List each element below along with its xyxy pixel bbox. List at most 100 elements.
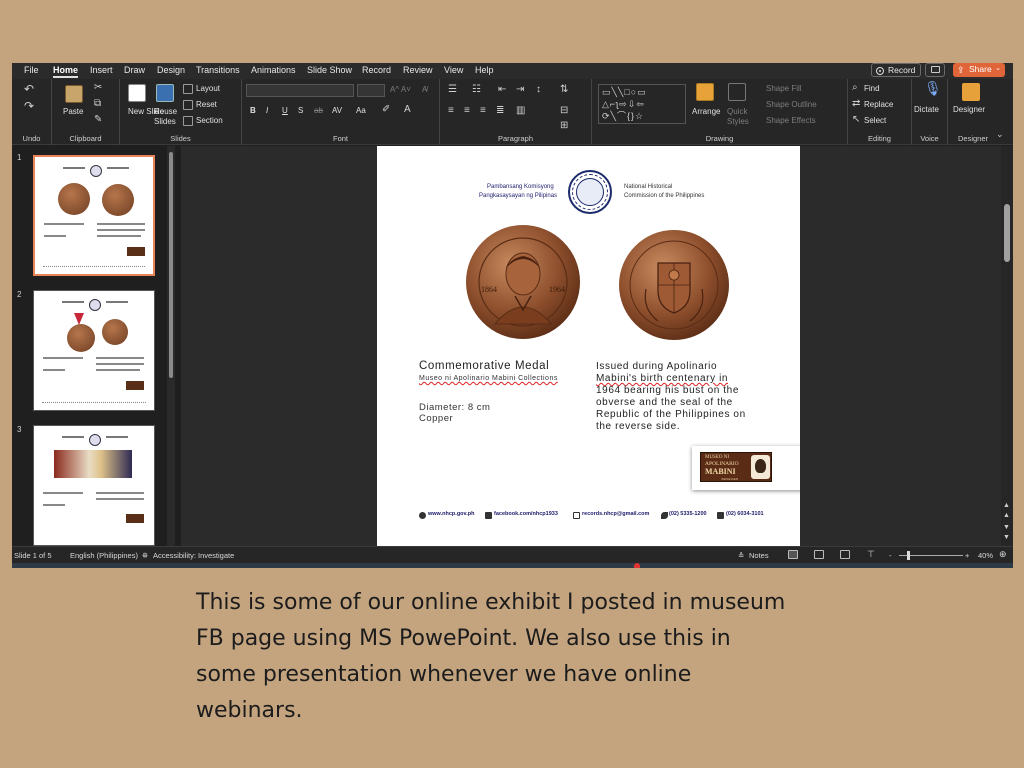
accessibility-status[interactable]: Accessibility: Investigate: [153, 551, 234, 560]
replace-button[interactable]: Replace: [864, 100, 893, 109]
share-button[interactable]: ⇪ Share ⌄: [953, 63, 1005, 77]
slide-sorter-icon[interactable]: [814, 550, 824, 559]
canvas-scrollbar-thumb[interactable]: [1004, 204, 1010, 262]
align-text-icon[interactable]: ⊟: [560, 106, 568, 116]
font-color-icon[interactable]: A: [404, 105, 411, 115]
shape-effects-button[interactable]: Shape Effects: [766, 116, 816, 125]
font-name-combo[interactable]: [246, 84, 354, 97]
dictate-button[interactable]: Dictate: [914, 105, 939, 114]
museum-logo-card[interactable]: MUSEO NI APOLINARIO MABINI TANAUAN: [692, 446, 800, 490]
reuse-slides-button[interactable]: Reuse: [154, 107, 177, 116]
shapes-gallery[interactable]: ▭╲╲□○▭ △⌐ʅ⇨⇩⇦ ⟳╲⌒{}☆: [598, 84, 686, 124]
bold-button[interactable]: B: [250, 106, 256, 115]
section-button[interactable]: Section: [196, 116, 223, 125]
previous-slide-icon[interactable]: ▲: [1003, 512, 1010, 519]
align-right-icon[interactable]: ≡: [480, 106, 486, 116]
notes-button[interactable]: Notes: [749, 551, 769, 560]
menu-home[interactable]: Home: [53, 65, 79, 78]
shape-outline-button[interactable]: Shape Outline: [766, 100, 817, 109]
canvas-scrollbar[interactable]: ▲ ▲ ▼ ▼: [1001, 146, 1013, 546]
slide-show-icon[interactable]: ⊤: [867, 549, 875, 560]
align-center-icon[interactable]: ≡: [464, 106, 470, 116]
thumb-medal: [67, 324, 95, 352]
indent-increase-icon[interactable]: ⇥: [516, 85, 524, 95]
numbering-icon[interactable]: ☷: [472, 85, 481, 95]
menu-help[interactable]: Help: [475, 65, 494, 75]
format-painter-icon[interactable]: ✎: [94, 115, 102, 125]
menu-transitions[interactable]: Transitions: [196, 65, 240, 75]
paste-icon[interactable]: [65, 85, 83, 103]
thumbnails-scrollbar-thumb[interactable]: [169, 152, 173, 378]
record-button[interactable]: Record: [871, 63, 921, 77]
next-slide-icon[interactable]: ▼: [1003, 524, 1010, 531]
previous-slide-icon[interactable]: ▲: [1003, 502, 1010, 509]
arrange-icon[interactable]: [696, 83, 714, 101]
slide-thumbnail-3[interactable]: [33, 425, 155, 546]
section-icon: [183, 116, 193, 126]
menu-animations[interactable]: Animations: [251, 65, 296, 75]
slide-thumbnail-1[interactable]: [33, 155, 155, 276]
shadow-button[interactable]: S: [298, 106, 303, 115]
reuse-slides-icon[interactable]: [156, 84, 174, 102]
menu-design[interactable]: Design: [157, 65, 185, 75]
quick-styles-button[interactable]: Quick: [727, 107, 747, 116]
normal-view-icon[interactable]: [788, 550, 798, 559]
zoom-in-button[interactable]: +: [965, 551, 969, 560]
microphone-icon[interactable]: 🎙: [924, 81, 942, 95]
indent-decrease-icon[interactable]: ⇤: [498, 85, 506, 95]
select-button[interactable]: Select: [864, 116, 886, 125]
strikethrough-button[interactable]: ab: [314, 106, 323, 115]
designer-button[interactable]: Designer: [953, 105, 985, 114]
menu-slide-show[interactable]: Slide Show: [307, 65, 352, 75]
ribbon-collapse-icon[interactable]: ⌄: [996, 129, 1004, 139]
arrange-button[interactable]: Arrange: [692, 107, 720, 116]
bullets-icon[interactable]: ☰: [448, 85, 457, 95]
menu-view[interactable]: View: [444, 65, 463, 75]
ribbon: ↶ ↷ Undo Paste ✂ ⧉ ✎ Clipboard New Slide…: [12, 79, 1013, 145]
copy-icon[interactable]: ⧉: [94, 99, 101, 109]
zoom-level[interactable]: 40%: [978, 551, 993, 560]
paste-button[interactable]: Paste: [63, 107, 83, 116]
voice-group: 🎙 Dictate Voice: [912, 79, 948, 145]
redo-icon[interactable]: ↷: [24, 100, 34, 112]
menu-record[interactable]: Record: [362, 65, 391, 75]
menu-file[interactable]: File: [24, 65, 39, 75]
undo-icon[interactable]: ↶: [24, 83, 34, 95]
comments-button[interactable]: [925, 63, 945, 77]
italic-button[interactable]: I: [266, 106, 268, 115]
clear-format-icon[interactable]: A̸: [422, 85, 427, 94]
shape-fill-button[interactable]: Shape Fill: [766, 84, 802, 93]
designer-icon[interactable]: [962, 83, 980, 101]
current-slide[interactable]: Pambansang Komisyong Pangkasaysayan ng P…: [377, 146, 800, 546]
change-case-button[interactable]: Aa: [356, 106, 366, 115]
zoom-out-button[interactable]: -: [889, 551, 892, 560]
next-slide-icon[interactable]: ▼: [1003, 534, 1010, 541]
find-button[interactable]: Find: [864, 84, 880, 93]
zoom-slider-knob[interactable]: [907, 551, 910, 560]
grow-font-icon[interactable]: A^ A˅: [390, 85, 411, 94]
language-indicator[interactable]: English (Philippines): [70, 551, 138, 560]
text-direction-icon[interactable]: ⇅: [560, 85, 568, 95]
menu-draw[interactable]: Draw: [124, 65, 145, 75]
slide-thumbnail-2[interactable]: [33, 290, 155, 411]
reset-button[interactable]: Reset: [196, 100, 217, 109]
font-size-combo[interactable]: [357, 84, 385, 97]
menu-review[interactable]: Review: [403, 65, 433, 75]
justify-icon[interactable]: ≣: [496, 106, 504, 116]
smartart-icon[interactable]: ⊞: [560, 121, 568, 131]
char-spacing-button[interactable]: AV: [332, 106, 342, 115]
underline-button[interactable]: U: [282, 106, 288, 115]
cut-icon[interactable]: ✂: [94, 83, 102, 93]
fit-to-window-icon[interactable]: ⊕: [999, 549, 1007, 560]
quick-styles-icon[interactable]: [728, 83, 746, 101]
new-slide-icon[interactable]: [128, 84, 146, 102]
thumb-header: [62, 301, 84, 303]
slides-group: New Slide Reuse Slides Layout Reset Sect…: [120, 79, 242, 145]
layout-button[interactable]: Layout: [196, 84, 220, 93]
line-spacing-icon[interactable]: ↕: [536, 85, 541, 95]
highlight-icon[interactable]: ✐: [382, 105, 390, 115]
reading-view-icon[interactable]: [840, 550, 850, 559]
align-left-icon[interactable]: ≡: [448, 106, 454, 116]
menu-insert[interactable]: Insert: [90, 65, 113, 75]
columns-icon[interactable]: ▥: [516, 106, 525, 116]
